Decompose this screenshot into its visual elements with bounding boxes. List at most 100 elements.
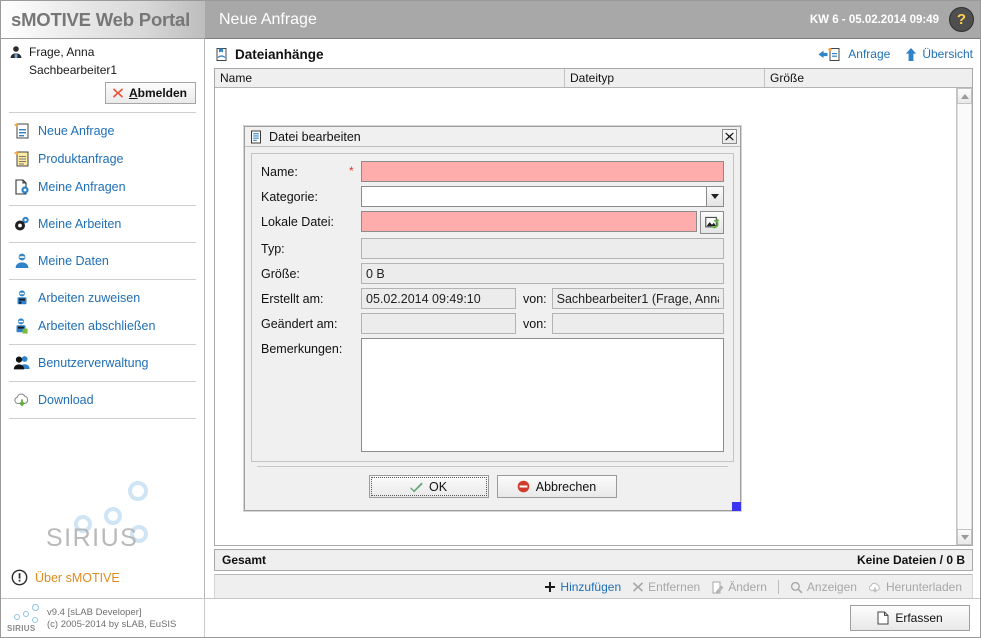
required-marker-placeholder (349, 313, 361, 316)
attachment-document-icon (214, 47, 229, 62)
link-uebersicht-label: Übersicht (922, 47, 973, 61)
column-header-dateityp[interactable]: Dateityp (565, 69, 765, 87)
sidebar-item-download[interactable]: Download (1, 386, 204, 414)
sidebar-item-label: Neue Anfrage (38, 124, 115, 138)
close-icon[interactable] (722, 129, 737, 144)
erstellt-von-input (551, 288, 724, 309)
chevron-down-icon[interactable] (706, 186, 724, 207)
required-marker-placeholder (349, 238, 361, 241)
footer-logo-dot (32, 617, 38, 623)
toolbar-aendern-label: Ändern (728, 580, 767, 594)
dialog-resize-handle[interactable] (732, 502, 741, 511)
user-row: Frage, Anna (9, 45, 196, 59)
toolbar-hinzufuegen[interactable]: Hinzufügen (544, 580, 621, 594)
sidebar-item-label: Arbeiten zuweisen (38, 291, 141, 305)
lokale-datei-input[interactable] (361, 211, 697, 232)
sidebar-item-meine-anfragen[interactable]: Meine Anfragen (1, 173, 204, 201)
sidebar-item-label: Meine Anfragen (38, 180, 126, 194)
main-header: Dateianhänge Anfrage Übersicht (206, 40, 980, 68)
robot-assign-icon (13, 289, 31, 307)
erstellt-am-field-wrap (361, 288, 516, 309)
logout-button[interactable]: Abmelden (104, 82, 196, 104)
sidebar-item-label: Produktanfrage (38, 152, 124, 166)
link-anfrage[interactable]: Anfrage (818, 47, 890, 62)
about-smotive-label: Über sMOTIVE (35, 570, 120, 585)
column-header-groesse[interactable]: Größe (765, 69, 972, 87)
sidebar-item-label: Meine Daten (38, 254, 109, 268)
footer-left: SIRIUS v9.4 [sLAB Developer] (c) 2005-20… (1, 598, 205, 637)
sidebar-item-meine-daten[interactable]: Meine Daten (1, 247, 204, 275)
sidebar-item-meine-arbeiten[interactable]: Meine Arbeiten (1, 210, 204, 238)
page-title: Neue Anfrage (219, 10, 317, 28)
summary-row: Gesamt Keine Dateien / 0 B (214, 549, 973, 571)
typ-input (361, 238, 724, 259)
geaendert-am-input (361, 313, 516, 334)
sidebar-item-arbeiten-abschliessen[interactable]: Arbeiten abschließen (1, 312, 204, 340)
sidebar-item-neue-anfrage[interactable]: Neue Anfrage (1, 117, 204, 145)
lokale-datei-field-wrap (361, 211, 724, 234)
scroll-down-button[interactable] (957, 529, 972, 545)
table-vertical-scrollbar[interactable] (956, 88, 972, 545)
scroll-thumb[interactable] (957, 104, 972, 529)
lokale-datei-label: Lokale Datei: (261, 215, 334, 229)
new-list-document-icon (13, 150, 31, 168)
avatar-icon (9, 45, 23, 59)
sidebar-item-produktanfrage[interactable]: Produktanfrage (1, 145, 204, 173)
erstellt-am-label: Erstellt am: (261, 292, 324, 306)
required-marker: * (349, 164, 354, 178)
logout-label-rest: bmelden (137, 86, 187, 100)
cancel-icon (517, 480, 530, 493)
about-smotive-link[interactable]: Über sMOTIVE (1, 569, 204, 586)
sidebar-item-label: Arbeiten abschließen (38, 319, 156, 333)
sidebar: Frage, Anna Sachbearbeiter1 Abmelden Neu… (1, 39, 205, 600)
magnifier-icon (790, 581, 803, 594)
typ-field-wrap (361, 238, 724, 259)
column-header-name[interactable]: Name (215, 69, 565, 87)
field-row-kategorie: Kategorie: (261, 186, 724, 207)
ok-button[interactable]: OK (368, 475, 489, 498)
sidebar-item-label: Benutzerverwaltung (38, 356, 149, 370)
name-input[interactable] (361, 161, 724, 182)
toolbar-anzeigen-label: Anzeigen (806, 580, 857, 594)
summary-value: Keine Dateien / 0 B (856, 553, 965, 567)
cancel-button[interactable]: Abbrechen (496, 475, 617, 498)
erstellt-von-label: von: (523, 292, 547, 306)
bemerkungen-textarea[interactable] (361, 338, 724, 452)
user-role: Sachbearbeiter1 (29, 63, 118, 77)
name-field-wrap (361, 161, 724, 182)
capture-button[interactable]: Erfassen (850, 605, 970, 631)
sirius-wordmark: SIRIUS (46, 524, 139, 552)
sidebar-item-arbeiten-zuweisen[interactable]: Arbeiten zuweisen (1, 284, 204, 312)
sirius-logo-graphic: SIRIUS (42, 479, 162, 557)
version-line: v9.4 [sLAB Developer] (47, 606, 142, 618)
toolbar-aendern: Ändern (711, 580, 767, 594)
nav-group-assign: Arbeiten zuweisen Arbeiten abschließen (1, 284, 204, 340)
section-title-wrap: Dateianhänge (214, 47, 818, 62)
footer-right: Erfassen (205, 599, 980, 638)
dialog-title: Datei bearbeiten (269, 129, 361, 144)
dialog-title-bar[interactable]: Datei bearbeiten (245, 127, 740, 147)
scroll-up-button[interactable] (957, 88, 972, 104)
user-block: Frage, Anna Sachbearbeiter1 Abmelden (1, 39, 204, 108)
link-uebersicht[interactable]: Übersicht (904, 47, 973, 62)
kategorie-label: Kategorie: (261, 190, 318, 204)
summary-label: Gesamt (222, 553, 267, 567)
sirius-logo: SIRIUS (1, 479, 203, 557)
kategorie-input[interactable] (361, 186, 706, 207)
dialog-footer: OK Abbrechen (257, 466, 728, 504)
geaendert-am-field-wrap (361, 313, 516, 334)
nav-group-download: Download (1, 386, 204, 414)
upload-image-icon[interactable] (700, 211, 724, 234)
gears-icon (13, 215, 31, 233)
help-button[interactable]: ? (949, 7, 974, 32)
page-icon (877, 611, 889, 625)
required-marker-placeholder (349, 263, 361, 266)
geaendert-am-label: Geändert am: (261, 317, 338, 331)
required-marker-placeholder (349, 186, 361, 189)
field-row-groesse: Größe: (261, 263, 724, 284)
sidebar-item-benutzerverwaltung[interactable]: Benutzerverwaltung (1, 349, 204, 377)
x-icon (632, 581, 644, 593)
logo-dot (128, 481, 148, 501)
kategorie-combobox[interactable] (361, 186, 724, 207)
brand-title: sMOTIVE Web Portal (11, 8, 191, 30)
